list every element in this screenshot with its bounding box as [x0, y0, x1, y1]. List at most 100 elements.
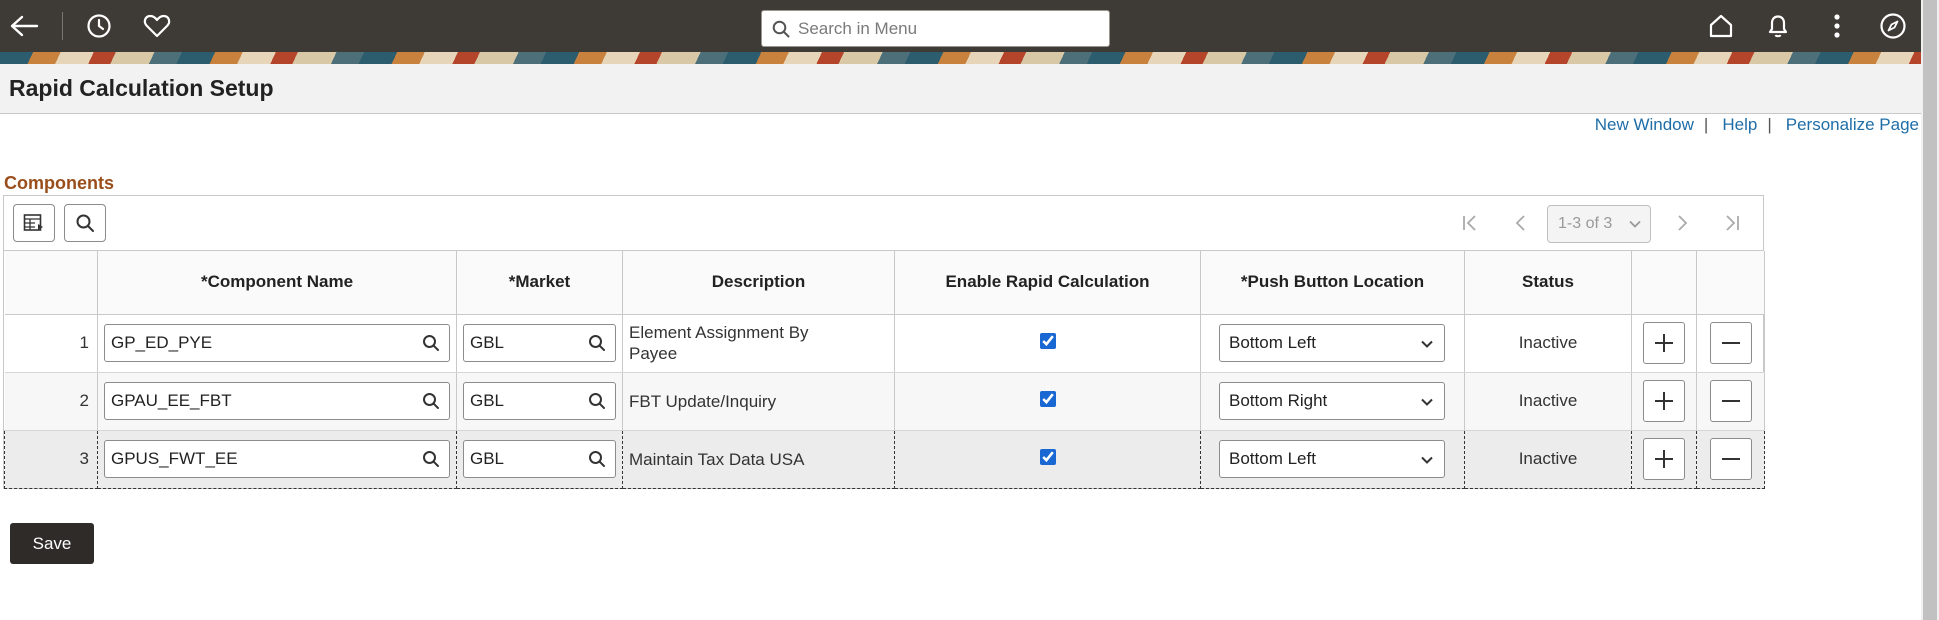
col-header-push-button-location[interactable]: *Push Button Location [1200, 251, 1465, 315]
col-header-component-name[interactable]: *Component Name [97, 251, 457, 315]
col-header-enable-rapid-calc[interactable]: Enable Rapid Calculation [894, 251, 1201, 315]
table-header-row: *Component Name *Market Description Enab… [4, 251, 1765, 315]
minus-icon [1721, 458, 1740, 460]
description-text: Element Assignment By Payee [629, 323, 809, 363]
minus-icon [1721, 342, 1740, 344]
component-name-field[interactable] [104, 324, 450, 362]
row-number: 1 [4, 314, 98, 373]
back-arrow-icon[interactable] [8, 10, 40, 42]
top-nav-bar [0, 0, 1921, 52]
plus-icon [1655, 334, 1673, 352]
component-name-field[interactable] [104, 382, 450, 420]
table-row: 1 Element Assignment By Payee Bottom Lef… [4, 314, 1765, 373]
link-separator: | [1767, 115, 1772, 134]
lookup-search-icon[interactable] [422, 334, 440, 352]
grid-find-button[interactable] [64, 204, 106, 242]
plus-icon [1655, 450, 1673, 468]
col-header-market[interactable]: *Market [456, 251, 623, 315]
status-text: Inactive [1464, 429, 1632, 489]
menu-search-box[interactable] [761, 10, 1110, 47]
page-range-label: 1-3 of 3 [1558, 215, 1613, 232]
page-range-select[interactable]: 1-3 of 3 [1547, 205, 1651, 243]
home-icon[interactable] [1705, 10, 1737, 42]
market-field[interactable] [463, 440, 616, 478]
page-title: Rapid Calculation Setup [9, 75, 274, 101]
push-button-location-select[interactable]: Bottom Left [1219, 324, 1445, 362]
push-button-location-select[interactable]: Bottom Left [1219, 440, 1445, 478]
last-page-icon[interactable] [1720, 210, 1744, 236]
description-text: FBT Update/Inquiry [629, 391, 777, 411]
enable-rapid-calc-checkbox[interactable] [1039, 448, 1056, 465]
page-title-bar [0, 64, 1921, 114]
search-input[interactable] [798, 18, 1098, 39]
location-value: Bottom Left [1229, 449, 1316, 468]
market-input[interactable] [464, 449, 585, 469]
navbar-compass-icon[interactable] [1877, 10, 1909, 42]
plus-icon [1655, 392, 1673, 410]
col-header-row-number [4, 251, 98, 315]
actions-kebab-icon[interactable] [1821, 10, 1853, 42]
delete-row-button[interactable] [1709, 438, 1752, 480]
components-table: *Component Name *Market Description Enab… [4, 251, 1765, 489]
col-header-delete [1696, 251, 1765, 315]
lookup-search-icon[interactable] [422, 392, 440, 410]
add-row-button[interactable] [1643, 438, 1685, 480]
previous-page-icon[interactable] [1509, 210, 1533, 236]
personalize-page-link[interactable]: Personalize Page [1786, 115, 1919, 135]
add-row-button[interactable] [1643, 322, 1685, 364]
enable-rapid-calc-checkbox[interactable] [1039, 390, 1056, 407]
next-page-icon[interactable] [1670, 210, 1694, 236]
components-grid: 1-3 of 3 *Component Name *Market Descrip… [3, 195, 1765, 489]
delete-row-button[interactable] [1709, 380, 1752, 422]
market-field[interactable] [463, 382, 616, 420]
chevron-down-icon [1421, 340, 1433, 348]
chevron-down-icon [1421, 398, 1433, 406]
link-separator: | [1703, 115, 1709, 134]
vertical-scrollbar[interactable] [1921, 0, 1939, 620]
enable-rapid-calc-checkbox[interactable] [1039, 332, 1056, 349]
col-header-add [1631, 251, 1697, 315]
section-title: Components [4, 173, 114, 193]
lookup-search-icon[interactable] [588, 392, 606, 410]
market-input[interactable] [464, 333, 585, 353]
divider [62, 12, 63, 40]
chevron-down-icon [1421, 456, 1433, 464]
grid-toolbar: 1-3 of 3 [4, 196, 1763, 251]
save-button[interactable]: Save [10, 523, 94, 564]
favorites-heart-icon[interactable] [141, 10, 173, 42]
row-number: 3 [4, 429, 98, 489]
first-page-icon[interactable] [1458, 210, 1482, 236]
lookup-search-icon[interactable] [422, 450, 440, 468]
minus-icon [1721, 400, 1740, 402]
description-text: Maintain Tax Data USA [629, 449, 805, 469]
component-name-input[interactable] [105, 333, 381, 353]
page-links: New Window | Help | Personalize Page [1595, 115, 1919, 135]
table-row: 2 FBT Update/Inquiry Bottom Right Inacti… [4, 372, 1765, 431]
col-header-description[interactable]: Description [622, 251, 895, 315]
delete-row-button[interactable] [1709, 322, 1752, 364]
help-link[interactable]: Help [1722, 115, 1757, 135]
component-name-input[interactable] [105, 391, 381, 411]
lookup-search-icon[interactable] [588, 450, 606, 468]
component-name-field[interactable] [104, 440, 450, 478]
new-window-link[interactable]: New Window [1595, 115, 1694, 135]
decorative-banner [0, 52, 1921, 64]
component-name-input[interactable] [105, 449, 381, 469]
grid-view-button[interactable] [13, 204, 55, 242]
status-text: Inactive [1464, 372, 1632, 431]
push-button-location-select[interactable]: Bottom Right [1219, 382, 1445, 420]
add-row-button[interactable] [1643, 380, 1685, 422]
history-clock-icon[interactable] [83, 10, 115, 42]
row-number: 2 [4, 372, 98, 431]
market-input[interactable] [464, 391, 585, 411]
search-icon [772, 20, 790, 37]
notifications-bell-icon[interactable] [1762, 10, 1794, 42]
status-text: Inactive [1464, 314, 1632, 373]
scrollbar-thumb[interactable] [1923, 0, 1937, 620]
grid-settings-icon [23, 214, 43, 231]
col-header-status[interactable]: Status [1464, 251, 1632, 315]
location-value: Bottom Right [1229, 391, 1328, 410]
market-field[interactable] [463, 324, 616, 362]
table-row: 3 Maintain Tax Data USA Bottom Left Inac… [4, 429, 1765, 489]
lookup-search-icon[interactable] [588, 334, 606, 352]
